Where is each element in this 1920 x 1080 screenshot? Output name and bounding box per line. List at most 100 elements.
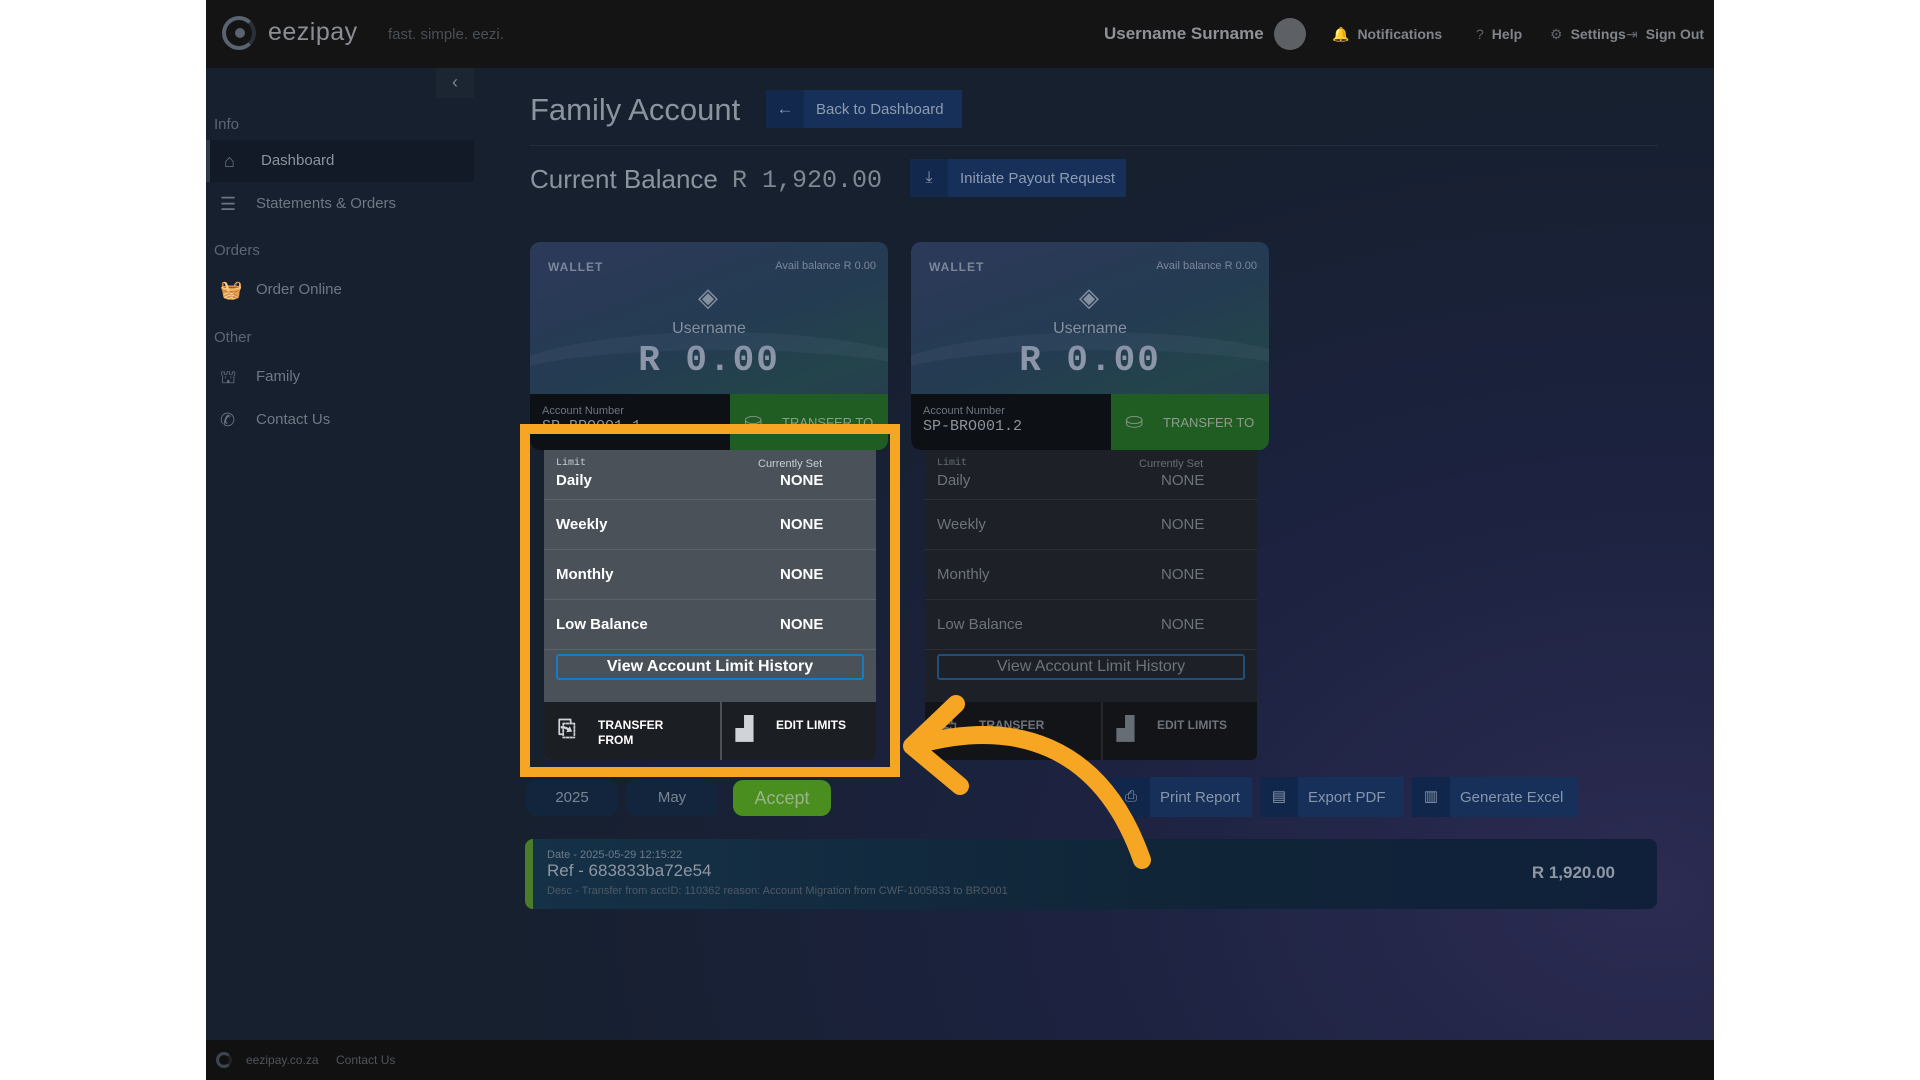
transaction-ref: Ref - 683833ba72e54 [547,861,712,880]
wallet-card: WALLET Avail balance R 0.00 ◈ Username R… [911,242,1269,450]
accept-button[interactable]: Accept [733,780,831,816]
divider [530,145,1658,146]
wallet-label: WALLET [548,260,604,274]
bell-icon: 🔔 [1332,26,1350,42]
page-title: Family Account [530,92,741,127]
arrow-left-icon: ← [766,90,804,128]
transfer-from-icon: ⎘ [558,716,576,741]
sidebar-section-other: Other [214,329,252,346]
limit-name: Low Balance [937,616,1023,633]
sidebar-item-order-online[interactable]: 🧺 Order Online [206,269,474,311]
limit-row-low-balance: Low Balance NONE [544,600,876,650]
view-limit-history-button[interactable]: View Account Limit History [556,654,864,680]
wallet-icon: ◈ [698,282,718,312]
sidebar-item-family[interactable]: ⛫ Family [206,356,474,398]
brand-name[interactable]: eezipay [268,18,358,47]
sidebar-item-statements[interactable]: ☰ Statements & Orders [206,183,474,225]
excel-file-icon: ▥ [1412,777,1450,817]
brand-tagline: fast. simple. eezi. [388,26,504,43]
transaction-amount: R 1,920.00 [1531,863,1615,882]
wallet-username: Username [672,320,746,337]
limit-name: Monthly [937,566,990,583]
initiate-payout-button[interactable]: ⤓ Initiate Payout Request [910,159,1126,197]
question-icon: ? [1476,26,1484,42]
limit-value: NONE [1161,616,1205,633]
wallet-username: Username [1053,320,1127,337]
limit-name: Weekly [556,516,608,533]
limit-row-weekly: Weekly NONE [925,500,1257,550]
settings-link[interactable]: ⚙ Settings [1550,26,1626,43]
home-icon: ⌂ [224,151,235,171]
currently-set-header-label: Currently Set [1139,458,1204,470]
phone-icon: ✆ [220,410,236,430]
print-report-button[interactable]: ⎙ Print Report [1112,777,1252,817]
limit-row-daily: Limit Currently Set Daily NONE [544,450,876,500]
sign-out-link[interactable]: ⇥ Sign Out [1626,26,1704,43]
generate-excel-button[interactable]: ▥ Generate Excel [1412,777,1578,817]
limit-header-label: Limit [937,458,968,469]
currently-set-header-label: Currently Set [758,458,823,470]
month-select[interactable]: May [626,780,718,816]
eezipay-logo-icon[interactable] [222,16,256,50]
limit-actions: ⎘ TRANSFER FROM ▟ EDIT LIMITS [544,702,876,760]
money-hand-icon: ⛀ [1125,408,1144,433]
payout-icon: ⤓ [910,159,948,197]
account-number: SP-BRO001.1 [542,418,642,435]
chevron-left-icon: ‹ [452,72,458,92]
limit-value: NONE [780,566,824,583]
limit-row-monthly: Monthly NONE [544,550,876,600]
transfer-from-button[interactable]: ⎘ TRANSFER FROM [544,702,720,760]
list-icon: ☰ [220,194,237,214]
sidebar-section-info: Info [214,116,240,133]
wallet-amount: R 0.00 [1019,340,1161,381]
notifications-link[interactable]: 🔔 Notifications [1332,26,1442,43]
transfer-to-button[interactable]: ⛀ TRANSFER TO [1111,394,1269,450]
limit-row-daily: Limit Currently Set Daily NONE [925,450,1257,500]
transfer-from-button[interactable]: ⎘ TRANSFER FROM [925,702,1101,760]
bar-chart-icon: ▟ [1117,716,1134,741]
limit-value: NONE [1161,566,1205,583]
sidebar-collapse-button[interactable]: ‹ [436,68,474,98]
limit-value: NONE [1161,472,1205,489]
top-bar: eezipay fast. simple. eezi. Username Sur… [206,0,1714,68]
wallet-available-balance: Avail balance R 0.00 [775,260,876,272]
edit-limits-button[interactable]: ▟ EDIT LIMITS [722,702,876,760]
wallet-available-balance: Avail balance R 0.00 [1156,260,1257,272]
sidebar-section-orders: Orders [214,242,260,259]
footer-site-link[interactable]: eezipay.co.za [246,1053,319,1067]
help-link[interactable]: ? Help [1476,26,1522,42]
transaction-description: Desc - Transfer from accID: 110362 reaso… [547,885,1008,897]
pdf-file-icon: ▤ [1260,777,1298,817]
transfer-from-icon: ⎘ [939,716,957,741]
limit-value: NONE [780,472,824,489]
limit-header-label: Limit [556,458,587,469]
limit-row-monthly: Monthly NONE [925,550,1257,600]
app-window: eezipay fast. simple. eezi. Username Sur… [206,0,1714,1080]
transaction-item[interactable]: Date - 2025-05-29 12:15:22 Ref - 683833b… [525,839,1657,909]
money-hand-icon: ⛀ [744,408,763,433]
view-limit-history-button[interactable]: View Account Limit History [937,654,1245,680]
footer-contact-link[interactable]: Contact Us [336,1053,395,1067]
limit-name: Daily [556,472,592,489]
edit-limits-button[interactable]: ▟ EDIT LIMITS [1103,702,1257,760]
back-to-dashboard-button[interactable]: ← Back to Dashboard [766,90,962,128]
limit-value: NONE [780,516,824,533]
transfer-to-button[interactable]: ⛀ TRANSFER TO [730,394,888,450]
account-number-label: Account Number [542,405,624,417]
eezipay-logo-icon [216,1052,232,1068]
wallet-footer: Account Number SP-BRO001.2 ⛀ TRANSFER TO [911,394,1269,450]
wallet-footer: Account Number SP-BRO001.1 ⛀ TRANSFER TO [530,394,888,450]
user-name[interactable]: Username Surname [1104,24,1264,44]
family-icon: ⛫ [220,367,237,387]
year-select[interactable]: 2025 [526,780,618,816]
limit-value: NONE [1161,516,1205,533]
sidebar-item-contact[interactable]: ✆ Contact Us [206,399,474,441]
printer-icon: ⎙ [1112,777,1150,817]
current-balance-label: Current Balance [530,164,718,194]
avatar[interactable] [1274,18,1306,50]
account-number: SP-BRO001.2 [923,418,1023,435]
sidebar-item-dashboard[interactable]: ⌂ Dashboard [206,140,474,182]
limit-value: NONE [780,616,824,633]
export-pdf-button[interactable]: ▤ Export PDF [1260,777,1404,817]
bar-chart-icon: ▟ [736,716,753,741]
